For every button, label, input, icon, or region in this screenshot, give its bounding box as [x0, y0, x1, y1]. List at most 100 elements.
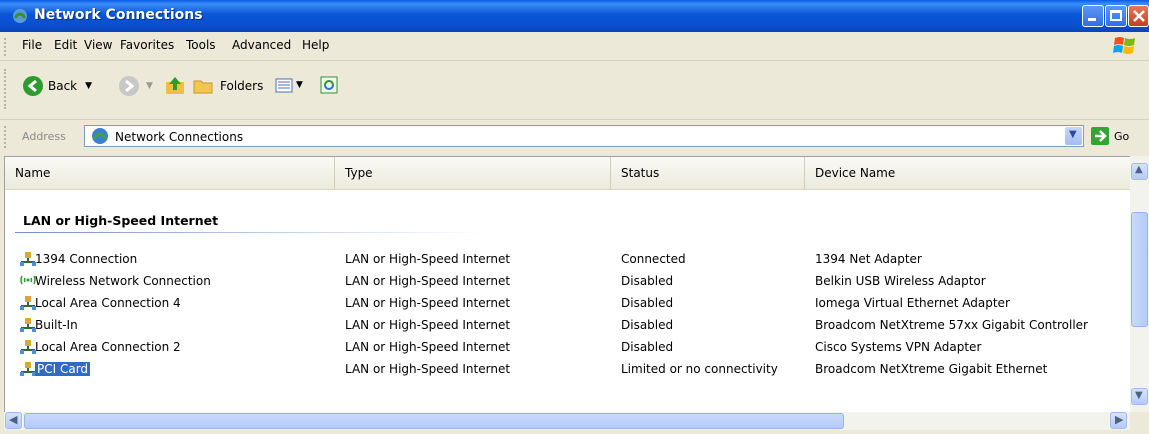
row-name: Local Area Connection 2: [35, 340, 181, 354]
horizontal-scroll-thumb[interactable]: [24, 413, 844, 429]
address-label: Address: [22, 130, 66, 143]
address-input[interactable]: Network Connections ▼: [84, 125, 1084, 147]
toolbar-grip[interactable]: [4, 38, 9, 56]
table-row[interactable]: Wireless Network Connection LAN or High-…: [5, 271, 1131, 293]
close-button[interactable]: [1128, 5, 1149, 27]
maximize-button[interactable]: [1105, 5, 1127, 27]
row-type: LAN or High-Speed Internet: [345, 252, 511, 266]
scroll-up-button[interactable]: ▲: [1131, 163, 1148, 180]
window-title: Network Connections: [34, 7, 203, 23]
vertical-scroll-thumb[interactable]: [1131, 212, 1148, 327]
maximize-icon: [1110, 10, 1122, 21]
row-device: Iomega Virtual Ethernet Adapter: [815, 296, 1010, 310]
toolbar-grip[interactable]: [4, 126, 9, 148]
table-row-selected[interactable]: PCI Card LAN or High-Speed Internet Limi…: [5, 359, 1131, 381]
close-icon: [1133, 10, 1145, 22]
network-connections-icon: [92, 128, 108, 144]
row-type: LAN or High-Speed Internet: [345, 274, 511, 288]
minimize-button[interactable]: [1082, 5, 1104, 27]
row-name: Wireless Network Connection: [35, 274, 211, 288]
column-header-bar: Name Type Status Device Name: [5, 157, 1131, 190]
chevron-down-icon: ▼: [1069, 129, 1077, 140]
views-button[interactable]: ▼: [274, 75, 303, 95]
menu-edit[interactable]: Edit: [54, 38, 77, 52]
scroll-right-button[interactable]: ▶: [1110, 412, 1127, 429]
menu-advanced[interactable]: Advanced: [232, 38, 291, 52]
table-row[interactable]: 1394 Connection LAN or High-Speed Intern…: [5, 249, 1131, 271]
scroll-down-button[interactable]: ▼: [1131, 388, 1148, 405]
forward-dropdown-icon[interactable]: ▼: [146, 81, 153, 91]
folders-icon: [193, 80, 213, 94]
row-status: Disabled: [621, 318, 674, 332]
up-folder-icon: [166, 77, 184, 94]
horizontal-scrollbar[interactable]: ◀ ▶: [4, 412, 1130, 430]
go-label: Go: [1114, 129, 1130, 143]
row-status: Disabled: [621, 340, 674, 354]
menu-help[interactable]: Help: [302, 38, 329, 52]
row-type: LAN or High-Speed Internet: [345, 296, 511, 310]
column-header-status[interactable]: Status: [611, 157, 805, 189]
row-name: PCI Card: [35, 362, 91, 376]
back-label: Back: [48, 79, 78, 93]
forward-arrow-icon: [119, 76, 139, 96]
row-type: LAN or High-Speed Internet: [345, 318, 511, 332]
table-row[interactable]: Local Area Connection 2 LAN or High-Spee…: [5, 337, 1131, 359]
toolbar-grip[interactable]: [4, 69, 9, 109]
chevron-left-icon: ◀: [9, 413, 18, 426]
sync-button[interactable]: [320, 76, 338, 94]
row-type: LAN or High-Speed Internet: [345, 340, 511, 354]
title-bar[interactable]: Network Connections: [0, 0, 1149, 32]
folders-label: Folders: [220, 79, 264, 93]
group-divider: [15, 232, 485, 233]
menu-tools[interactable]: Tools: [186, 38, 216, 52]
back-arrow-icon: [23, 76, 43, 96]
menu-file[interactable]: File: [22, 38, 42, 52]
row-name: Local Area Connection 4: [35, 296, 181, 310]
resize-grip[interactable]: [1130, 412, 1149, 434]
back-dropdown-icon[interactable]: ▼: [85, 81, 92, 91]
row-type: LAN or High-Speed Internet: [345, 362, 511, 376]
standard-toolbar: Back ▼ ▼ Folders ▼: [0, 61, 1149, 120]
row-name: Built-In: [35, 318, 78, 332]
go-arrow-icon: [1091, 127, 1109, 145]
chevron-right-icon: ▶: [1115, 413, 1124, 426]
chevron-up-icon: ▲: [1135, 164, 1143, 175]
back-button[interactable]: Back ▼: [22, 75, 92, 97]
chevron-down-icon: ▼: [1135, 390, 1143, 401]
column-header-name[interactable]: Name: [5, 157, 335, 189]
menu-bar: File Edit View Favorites Tools Advanced …: [0, 32, 1149, 61]
row-device: Belkin USB Wireless Adaptor: [815, 274, 986, 288]
group-title: LAN or High-Speed Internet: [23, 213, 219, 228]
column-header-device-name[interactable]: Device Name: [805, 157, 1131, 189]
address-bar: Address Network Connections ▼ Go: [0, 120, 1149, 154]
windows-logo-icon: [1113, 37, 1135, 54]
window: Network Connections File Edit View Favor…: [0, 0, 1149, 434]
scroll-left-button[interactable]: ◀: [5, 412, 22, 429]
views-dropdown-icon[interactable]: ▼: [296, 80, 303, 90]
row-status: Limited or no connectivity: [621, 362, 778, 376]
table-row[interactable]: Local Area Connection 4 LAN or High-Spee…: [5, 293, 1131, 315]
network-connections-icon: [13, 9, 27, 23]
connections-list: Name Type Status Device Name LAN or High…: [4, 156, 1131, 413]
row-device: Broadcom NetXtreme 57xx Gigabit Controll…: [815, 318, 1088, 332]
go-button[interactable]: Go: [1090, 126, 1129, 146]
folders-button[interactable]: Folders: [192, 75, 263, 97]
address-value: Network Connections: [115, 130, 244, 144]
row-device: Broadcom NetXtreme Gigabit Ethernet: [815, 362, 1048, 376]
column-header-type[interactable]: Type: [335, 157, 611, 189]
up-folder-button[interactable]: [164, 75, 186, 97]
row-device: 1394 Net Adapter: [815, 252, 922, 266]
views-icon: [275, 78, 293, 93]
row-status: Disabled: [621, 274, 674, 288]
address-dropdown-button[interactable]: ▼: [1065, 127, 1082, 145]
menu-favorites[interactable]: Favorites: [120, 38, 174, 52]
table-row[interactable]: Built-In LAN or High-Speed Internet Disa…: [5, 315, 1131, 337]
row-device: Cisco Systems VPN Adapter: [815, 340, 982, 354]
forward-button[interactable]: ▼: [118, 75, 153, 97]
row-status: Connected: [621, 252, 686, 266]
row-name: 1394 Connection: [35, 252, 138, 266]
vertical-scrollbar[interactable]: ▲ ▼: [1130, 156, 1149, 412]
menu-view[interactable]: View: [84, 38, 112, 52]
sync-icon: [320, 76, 338, 94]
minimize-icon: [1088, 18, 1096, 21]
